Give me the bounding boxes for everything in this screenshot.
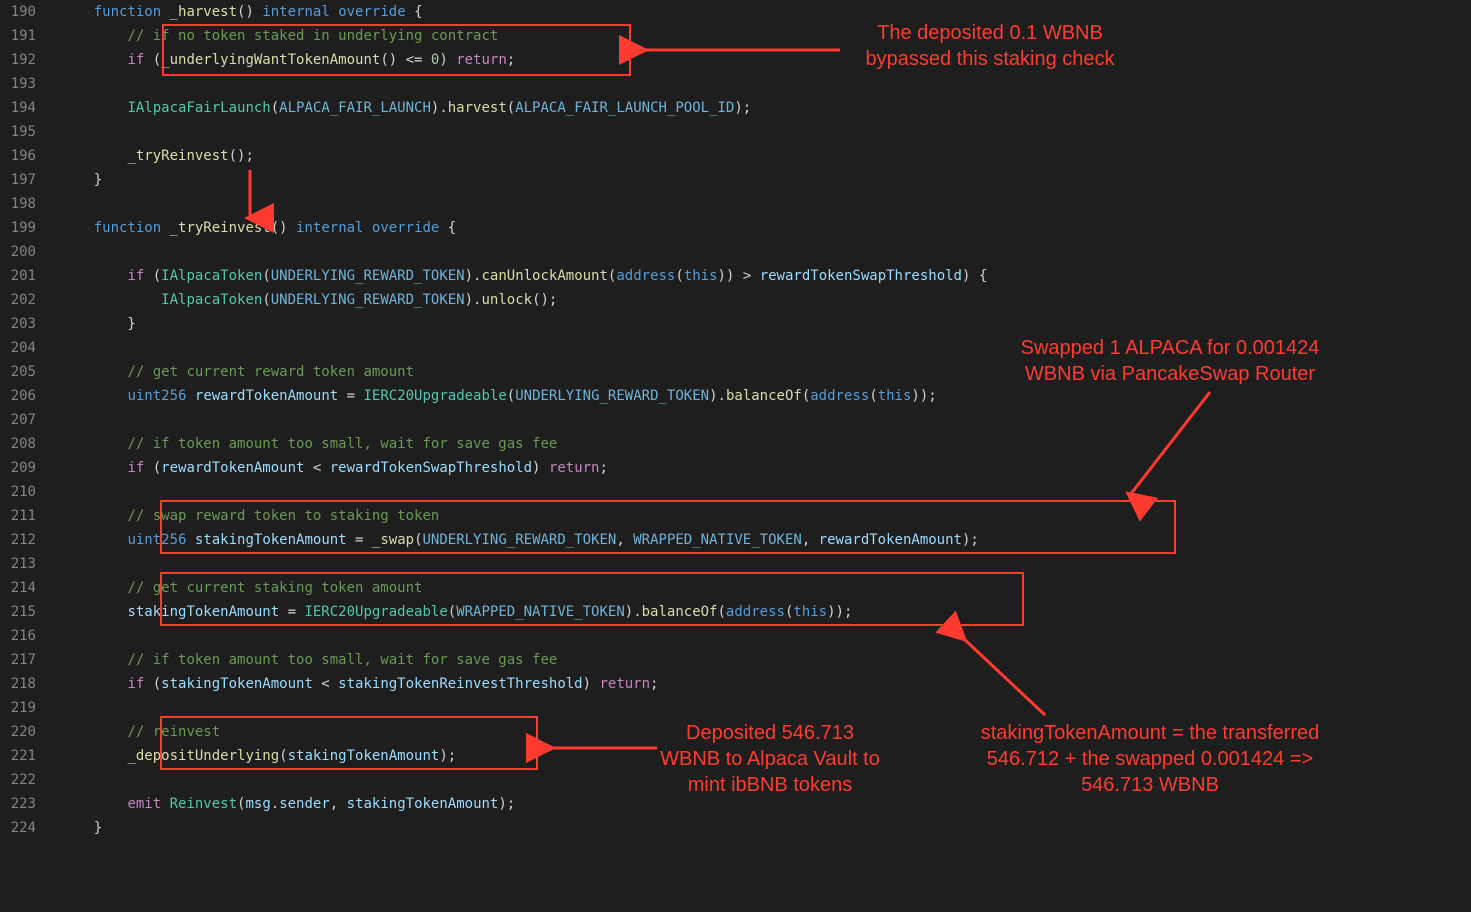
line-number: 201: [0, 264, 36, 288]
code-line: uint256 rewardTokenAmount = IERC20Upgrad…: [60, 384, 1471, 408]
code-line: IAlpacaFairLaunch(ALPACA_FAIR_LAUNCH).ha…: [60, 96, 1471, 120]
line-number: 198: [0, 192, 36, 216]
code-line: [60, 72, 1471, 96]
line-number: 199: [0, 216, 36, 240]
code-area: function _harvest() internal override { …: [60, 0, 1471, 840]
line-number: 203: [0, 312, 36, 336]
code-line: [60, 552, 1471, 576]
line-number: 222: [0, 768, 36, 792]
code-line: if (_underlyingWantTokenAmount() <= 0) r…: [60, 48, 1471, 72]
code-line: [60, 408, 1471, 432]
code-line: // get current staking token amount: [60, 576, 1471, 600]
code-line: // reinvest: [60, 720, 1471, 744]
code-line: [60, 120, 1471, 144]
code-line: if (stakingTokenAmount < stakingTokenRei…: [60, 672, 1471, 696]
line-number: 194: [0, 96, 36, 120]
line-number: 204: [0, 336, 36, 360]
code-line: [60, 696, 1471, 720]
code-line: _depositUnderlying(stakingTokenAmount);: [60, 744, 1471, 768]
line-number: 200: [0, 240, 36, 264]
line-number: 210: [0, 480, 36, 504]
line-number: 216: [0, 624, 36, 648]
line-number: 223: [0, 792, 36, 816]
line-number: 212: [0, 528, 36, 552]
line-number: 191: [0, 24, 36, 48]
code-line: // swap reward token to staking token: [60, 504, 1471, 528]
line-number: 195: [0, 120, 36, 144]
code-line: // if token amount too small, wait for s…: [60, 648, 1471, 672]
code-line: function _tryReinvest() internal overrid…: [60, 216, 1471, 240]
line-number: 220: [0, 720, 36, 744]
code-line: function _harvest() internal override {: [60, 0, 1471, 24]
code-line: _tryReinvest();: [60, 144, 1471, 168]
line-number: 205: [0, 360, 36, 384]
line-number: 206: [0, 384, 36, 408]
code-line: IAlpacaToken(UNDERLYING_REWARD_TOKEN).un…: [60, 288, 1471, 312]
line-number: 192: [0, 48, 36, 72]
line-number: 213: [0, 552, 36, 576]
line-number: 211: [0, 504, 36, 528]
line-number: 196: [0, 144, 36, 168]
code-line: }: [60, 168, 1471, 192]
code-line: [60, 192, 1471, 216]
line-number: 215: [0, 600, 36, 624]
line-number: 197: [0, 168, 36, 192]
line-number-gutter: 1901911921931941951961971981992002012022…: [0, 0, 60, 840]
line-number: 208: [0, 432, 36, 456]
line-number: 190: [0, 0, 36, 24]
code-line: if (rewardTokenAmount < rewardTokenSwapT…: [60, 456, 1471, 480]
code-line: [60, 336, 1471, 360]
line-number: 217: [0, 648, 36, 672]
line-number: 209: [0, 456, 36, 480]
line-number: 221: [0, 744, 36, 768]
code-line: // get current reward token amount: [60, 360, 1471, 384]
code-line: }: [60, 312, 1471, 336]
line-number: 202: [0, 288, 36, 312]
code-line: [60, 480, 1471, 504]
code-line: uint256 stakingTokenAmount = _swap(UNDER…: [60, 528, 1471, 552]
code-line: [60, 768, 1471, 792]
code-editor: 1901911921931941951961971981992002012022…: [0, 0, 1471, 840]
code-line: [60, 624, 1471, 648]
line-number: 193: [0, 72, 36, 96]
line-number: 218: [0, 672, 36, 696]
line-number: 214: [0, 576, 36, 600]
code-line: [60, 240, 1471, 264]
line-number: 219: [0, 696, 36, 720]
code-line: emit Reinvest(msg.sender, stakingTokenAm…: [60, 792, 1471, 816]
code-line: // if token amount too small, wait for s…: [60, 432, 1471, 456]
line-number: 207: [0, 408, 36, 432]
code-line: }: [60, 816, 1471, 840]
line-number: 224: [0, 816, 36, 840]
code-line: // if no token staked in underlying cont…: [60, 24, 1471, 48]
code-line: if (IAlpacaToken(UNDERLYING_REWARD_TOKEN…: [60, 264, 1471, 288]
code-line: stakingTokenAmount = IERC20Upgradeable(W…: [60, 600, 1471, 624]
